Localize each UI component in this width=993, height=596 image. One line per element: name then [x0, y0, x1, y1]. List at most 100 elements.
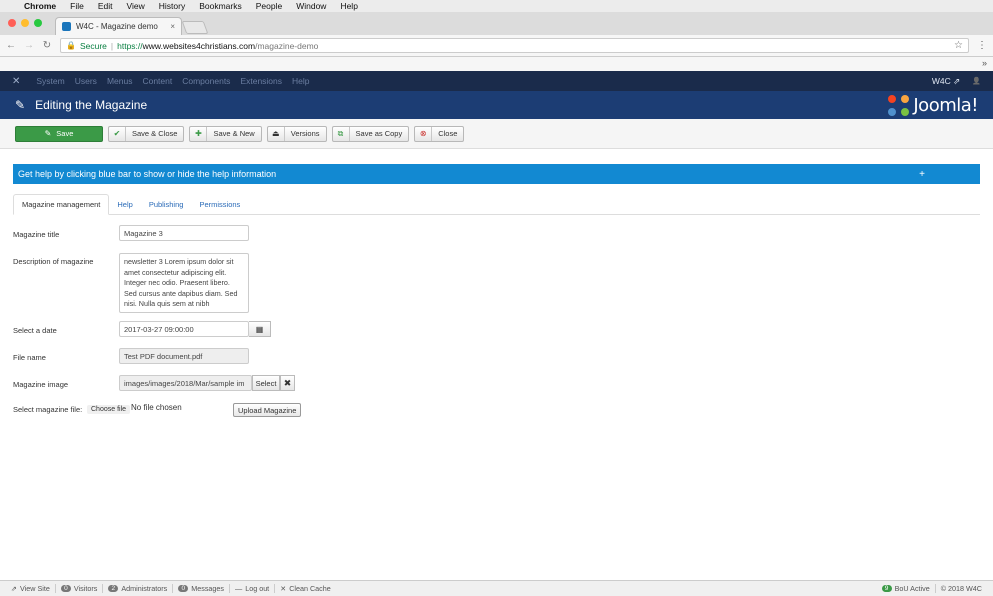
clean-cache-link[interactable]: ✕ Clean Cache	[275, 584, 336, 593]
pencil-icon: ✎	[15, 98, 26, 112]
view-site-link[interactable]: ⇗ View Site	[6, 584, 56, 593]
file-name-input: Test PDF document.pdf	[119, 348, 249, 364]
tab-publishing[interactable]: Publishing	[141, 194, 192, 214]
bou-badge: 9	[881, 585, 892, 592]
bookmarks-overflow-icon[interactable]: »	[982, 58, 987, 68]
bookmark-star-icon[interactable]: ☆	[954, 40, 963, 51]
browser-tab[interactable]: W4C - Magazine demo ×	[55, 17, 182, 35]
tab-close-icon[interactable]: ×	[170, 22, 175, 31]
joomla-wordmark: Joomla!	[913, 94, 978, 116]
site-link[interactable]: W4C ⇗	[932, 76, 960, 87]
secure-label: Secure	[79, 40, 107, 51]
help-toggle-bar[interactable]: Get help by clicking blue bar to show or…	[13, 164, 980, 184]
nav-users[interactable]: Users	[75, 76, 97, 86]
nav-content[interactable]: Content	[142, 76, 172, 86]
save-button[interactable]: ✎ Save	[15, 125, 103, 142]
minus-icon: —	[235, 584, 243, 593]
url-scheme: https://	[117, 40, 143, 51]
help-bar-text: Get help by clicking blue bar to show or…	[18, 169, 277, 179]
versions-button[interactable]: ⏏ Versions	[266, 125, 327, 142]
menu-app-chrome[interactable]: Chrome	[24, 1, 56, 11]
close-button[interactable]: ⊗ Close	[414, 125, 465, 142]
menu-history[interactable]: History	[159, 1, 185, 11]
close-window-button[interactable]	[8, 19, 16, 27]
joomla-logo-icon[interactable]: ✕	[12, 76, 20, 87]
menu-bookmarks[interactable]: Bookmarks	[199, 1, 242, 11]
url-path: /magazine-demo	[255, 40, 319, 51]
clear-image-icon[interactable]: ✖	[280, 375, 295, 391]
minimize-window-button[interactable]	[21, 19, 29, 27]
check-icon: ✔	[109, 126, 126, 141]
reload-icon[interactable]: ↻	[42, 40, 52, 51]
admins-label: Administrators	[121, 584, 168, 593]
visitors-badge: 0	[60, 585, 71, 592]
nav-help[interactable]: Help	[292, 76, 309, 86]
new-tab-button[interactable]	[181, 21, 209, 34]
page-header: ✎ Editing the Magazine Joomla!	[0, 91, 993, 119]
forward-icon[interactable]: →	[24, 40, 34, 51]
save-new-button[interactable]: ✚ Save & New	[189, 125, 262, 142]
admins-badge: 2	[108, 585, 119, 592]
save-close-label: Save & Close	[132, 129, 178, 138]
save-as-copy-button[interactable]: ⧉ Save as Copy	[331, 125, 410, 142]
url-host: www.websites4christians.com	[142, 40, 256, 51]
tab-permissions[interactable]: Permissions	[191, 194, 248, 214]
form-tabs: Magazine management Help Publishing Perm…	[13, 194, 980, 215]
no-file-text: No file chosen	[131, 403, 182, 412]
close-circle-icon: ⊗	[415, 126, 433, 141]
calendar-icon[interactable]: ▦	[249, 321, 271, 337]
maximize-window-button[interactable]	[34, 19, 42, 27]
magazine-image-label: Magazine image	[13, 380, 69, 389]
tab-help[interactable]: Help	[109, 194, 140, 214]
url-text: https://www.websites4christians.com/maga…	[117, 41, 318, 51]
macos-menubar: Chrome File Edit View History Bookmarks …	[0, 0, 993, 12]
versions-label: Versions	[290, 129, 320, 138]
file-name-label: File name	[13, 353, 46, 362]
logout-label: Log out	[245, 584, 270, 593]
wrench-icon: ✕	[280, 584, 287, 593]
save-close-button[interactable]: ✔ Save & Close	[108, 125, 185, 142]
joomla-admin-nav: ✕ System Users Menus Content Components …	[0, 71, 993, 91]
toolbar: ✎ Save ✔ Save & Close ✚ Save & New ⏏ Ver…	[0, 119, 993, 149]
user-icon[interactable]: 👤	[972, 77, 981, 85]
browser-tabstrip: W4C - Magazine demo ×	[0, 12, 993, 35]
url-separator: |	[110, 40, 114, 51]
bookmarks-bar: »	[0, 57, 993, 71]
choose-file-button[interactable]: Choose file	[87, 405, 131, 414]
lock-icon: 🔒	[66, 41, 76, 50]
chrome-menu-icon[interactable]: ⋮	[977, 40, 987, 51]
nav-extensions[interactable]: Extensions	[240, 76, 282, 86]
tab-title: W4C - Magazine demo	[76, 22, 158, 31]
nav-menus[interactable]: Menus	[107, 76, 133, 86]
messages-badge: 0	[178, 585, 189, 592]
menu-edit[interactable]: Edit	[98, 1, 113, 11]
back-icon[interactable]: ←	[6, 40, 16, 51]
upload-magazine-button[interactable]: Upload Magazine	[233, 403, 302, 417]
external-link-icon: ⇗	[11, 584, 18, 593]
view-site-label: View Site	[20, 584, 50, 593]
save-as-copy-label: Save as Copy	[355, 129, 403, 138]
date-label: Select a date	[13, 326, 57, 335]
url-input[interactable]: 🔒 Secure | https://www.websites4christia…	[60, 38, 969, 53]
save-icon: ✎	[44, 129, 52, 138]
description-textarea[interactable]: newsletter 3 Lorem ipsum dolor sit amet …	[119, 253, 249, 313]
menu-people[interactable]: People	[256, 1, 282, 11]
menu-help[interactable]: Help	[340, 1, 357, 11]
status-bar: ⇗ View Site 0 Visitors 2 Administrators 0 Me…	[0, 580, 993, 596]
close-label: Close	[438, 129, 458, 138]
magazine-title-input[interactable]: Magazine 3	[119, 225, 249, 241]
tab-magazine-management[interactable]: Magazine management	[13, 194, 110, 215]
nav-components[interactable]: Components	[182, 76, 230, 86]
menu-file[interactable]: File	[70, 1, 84, 11]
menu-view[interactable]: View	[126, 1, 144, 11]
expand-plus-icon: +	[919, 168, 925, 180]
copy-icon: ⧉	[333, 126, 350, 141]
messages-status[interactable]: 0 Messages	[173, 584, 231, 593]
plus-icon: ✚	[190, 126, 208, 141]
menu-window[interactable]: Window	[296, 1, 326, 11]
page-title: Editing the Magazine	[35, 98, 148, 112]
select-image-button[interactable]: Select	[252, 375, 280, 391]
logout-link[interactable]: — Log out	[230, 584, 276, 593]
date-input[interactable]: 2017-03-27 09:00:00	[119, 321, 249, 337]
nav-system[interactable]: System	[36, 76, 64, 86]
